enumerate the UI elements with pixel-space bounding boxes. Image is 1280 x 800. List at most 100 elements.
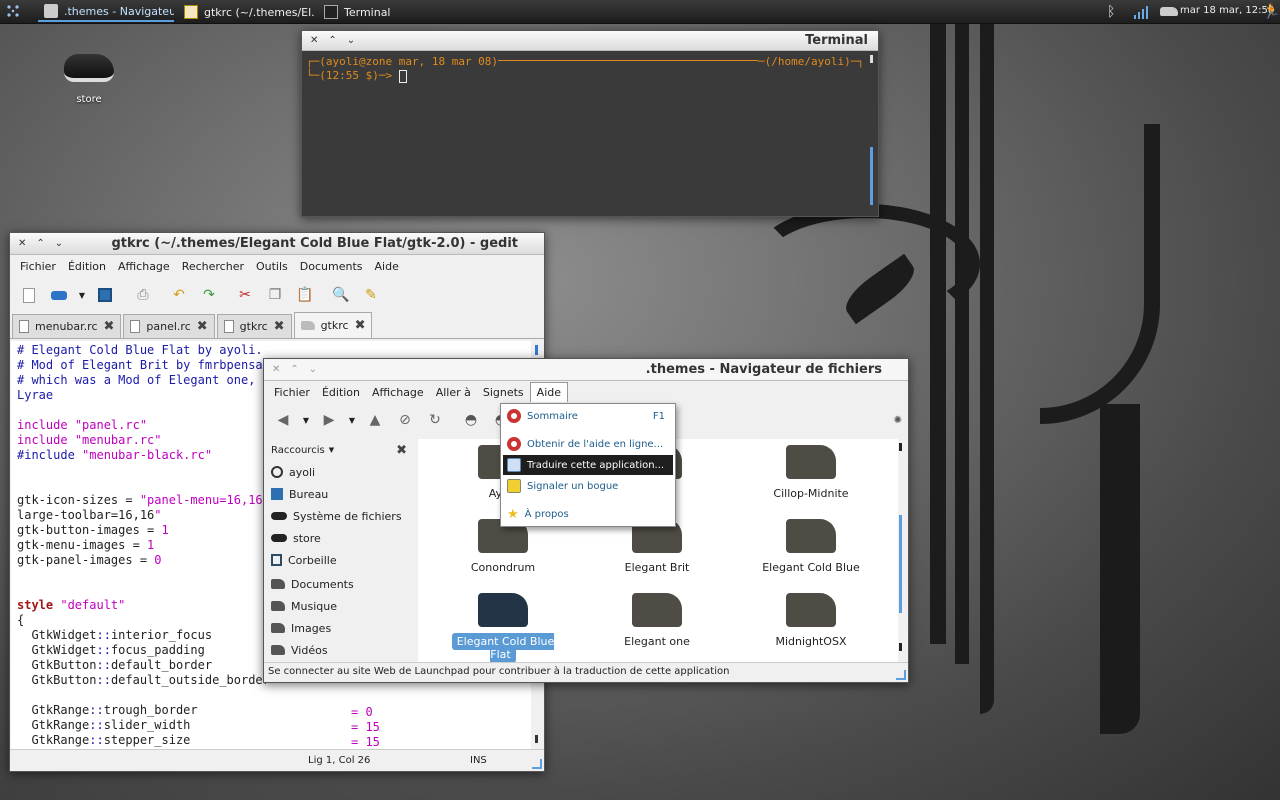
menu-documents[interactable]: Documents <box>294 260 369 273</box>
minimize-icon[interactable]: ⌃ <box>290 364 298 375</box>
menu-affichage[interactable]: Affichage <box>112 260 176 273</box>
value-slider-width: = 15 <box>351 720 380 734</box>
folder-icon <box>271 579 285 589</box>
close-tab-icon[interactable]: ✖ <box>104 319 115 334</box>
back-dropdown-icon[interactable]: ▼ <box>300 407 312 433</box>
tab-gtkrc[interactable]: gtkrc ✖ <box>216 314 292 338</box>
sidebar-item-systeme[interactable]: Système de fichiers <box>265 505 415 527</box>
forward-icon[interactable]: ▶ <box>316 407 342 433</box>
menu-edition[interactable]: Édition <box>316 386 366 399</box>
tab-panel-rc[interactable]: panel.rc ✖ <box>123 314 215 338</box>
network-signal-icon[interactable] <box>1133 4 1151 23</box>
folder-item[interactable]: MidnightOSX <box>746 593 876 648</box>
tab-menubar-rc[interactable]: menubar.rc ✖ <box>12 314 122 338</box>
close-sidebar-icon[interactable]: ✖ <box>396 443 407 458</box>
new-document-icon[interactable] <box>16 282 42 308</box>
menu-item-aide-en-ligne[interactable]: Obtenir de l'aide en ligne... <box>503 434 673 454</box>
taskbar-label: Terminal <box>344 5 391 19</box>
sidebar-item-videos[interactable]: Vidéos <box>265 639 415 661</box>
folder-item[interactable]: Elegant one <box>592 593 722 648</box>
cut-icon[interactable]: ✂ <box>232 282 258 308</box>
menu-signets[interactable]: Signets <box>477 386 530 399</box>
top-panel: .themes - Navigateu... gtkrc (~/.themes/… <box>0 0 1280 24</box>
folder-icon <box>786 519 836 553</box>
sidebar-item-store[interactable]: store <box>265 527 415 549</box>
back-icon[interactable]: ◀ <box>270 407 296 433</box>
menu-aide[interactable]: Aide <box>529 382 569 402</box>
menu-item-a-propos[interactable]: ★ À propos <box>503 504 673 524</box>
home-icon[interactable]: ◓ <box>458 407 484 433</box>
menu-rechercher[interactable]: Rechercher <box>176 260 250 273</box>
minimize-icon[interactable]: ⌃ <box>36 238 44 249</box>
tab-gtkrc-active[interactable]: gtkrc ✖ <box>293 312 373 338</box>
close-tab-icon[interactable]: ✖ <box>274 319 285 334</box>
folder-item[interactable]: Elegant Brit <box>592 519 722 574</box>
resize-grip-icon[interactable] <box>896 670 906 680</box>
desktop-icon-store[interactable]: store <box>60 54 118 105</box>
copy-icon[interactable]: ❐ <box>262 282 288 308</box>
menu-edition[interactable]: Édition <box>62 260 112 273</box>
menu-fichier[interactable]: Fichier <box>14 260 62 273</box>
close-icon[interactable]: ✕ <box>18 238 26 249</box>
menu-fichier[interactable]: Fichier <box>268 386 316 399</box>
menu-outils[interactable]: Outils <box>250 260 294 273</box>
sidebar-item-bureau[interactable]: Bureau <box>265 483 415 505</box>
replace-icon[interactable]: ✎ <box>358 282 384 308</box>
code-line: # Elegant Cold Blue Flat by ayoli. <box>17 343 263 357</box>
menu-item-sommaire[interactable]: Sommaire F1 <box>503 406 673 426</box>
maximize-icon[interactable]: ⌄ <box>347 35 355 46</box>
drive-icon <box>64 54 114 82</box>
folder-icon <box>271 645 285 655</box>
bluetooth-icon[interactable]: ᛒ <box>1107 3 1121 21</box>
files-scrollbar[interactable] <box>899 443 902 657</box>
menu-aller-a[interactable]: Aller à <box>430 386 477 399</box>
taskbar-item-files[interactable]: .themes - Navigateu... <box>38 2 174 22</box>
maximize-icon[interactable]: ⌄ <box>309 364 317 375</box>
menu-aide[interactable]: Aide <box>369 260 405 273</box>
redo-icon[interactable]: ↷ <box>196 282 222 308</box>
taskbar-item-terminal[interactable]: Terminal <box>318 2 438 22</box>
folder-item-selected[interactable]: Elegant Cold Blue Flat <box>438 593 568 663</box>
maximize-icon[interactable]: ⌄ <box>55 238 63 249</box>
menu-item-signaler-bogue[interactable]: Signaler un bogue <box>503 476 673 496</box>
reload-icon[interactable]: ↻ <box>422 407 448 433</box>
terminal-output[interactable]: ┌─(ayoli@zone mar, 18 mar 08) ─(/home/ay… <box>306 55 864 212</box>
document-icon <box>130 320 141 333</box>
logout-runner-icon[interactable]: 🏃 <box>1262 3 1280 19</box>
menu-affichage[interactable]: Affichage <box>366 386 430 399</box>
sidebar-item-images[interactable]: Images <box>265 617 415 639</box>
sidebar-item-corbeille[interactable]: Corbeille <box>265 549 415 571</box>
close-tab-icon[interactable]: ✖ <box>355 318 366 333</box>
menu-item-traduire[interactable]: Traduire cette application... <box>503 455 673 475</box>
files-sidebar: Raccourcis ▼ ✖ ayoli Bureau Système de f… <box>265 439 415 663</box>
folder-item[interactable]: Conondrum <box>438 519 568 574</box>
forward-dropdown-icon[interactable]: ▼ <box>346 407 358 433</box>
save-icon[interactable] <box>92 282 118 308</box>
folder-item[interactable]: Cillop-Midnite <box>746 445 876 500</box>
stop-icon[interactable]: ⊘ <box>392 407 418 433</box>
clock[interactable]: mar 18 mar, 12:58 <box>1180 5 1274 16</box>
sidebar-item-documents[interactable]: Documents <box>265 573 415 595</box>
value-stepper-size: = 15 <box>351 735 380 749</box>
resize-grip-icon[interactable] <box>532 759 542 769</box>
battery-icon[interactable] <box>1160 7 1178 16</box>
sidebar-item-musique[interactable]: Musique <box>265 595 415 617</box>
terminal-scrollbar[interactable] <box>870 55 874 215</box>
chevron-down-icon[interactable]: ▼ <box>329 446 334 454</box>
close-icon[interactable]: ✕ <box>272 364 280 375</box>
close-tab-icon[interactable]: ✖ <box>197 319 208 334</box>
print-icon[interactable]: ⎙ <box>130 282 156 308</box>
sidebar-item-ayoli[interactable]: ayoli <box>265 461 415 483</box>
folder-item[interactable]: Elegant Cold Blue <box>746 519 876 574</box>
close-icon[interactable]: ✕ <box>310 35 318 46</box>
paste-icon[interactable]: 📋 <box>292 282 318 308</box>
open-dropdown-icon[interactable]: ▼ <box>76 282 88 308</box>
taskbar-item-gedit[interactable]: gtkrc (~/.themes/El... <box>178 2 314 22</box>
up-icon[interactable]: ▲ <box>362 407 388 433</box>
minimize-icon[interactable]: ⌃ <box>328 35 336 46</box>
sidebar-title[interactable]: Raccourcis <box>271 445 325 456</box>
undo-icon[interactable]: ↶ <box>166 282 192 308</box>
find-icon[interactable]: 🔍 <box>328 282 354 308</box>
open-icon[interactable] <box>46 282 72 308</box>
menu-grid-icon[interactable] <box>6 4 20 18</box>
